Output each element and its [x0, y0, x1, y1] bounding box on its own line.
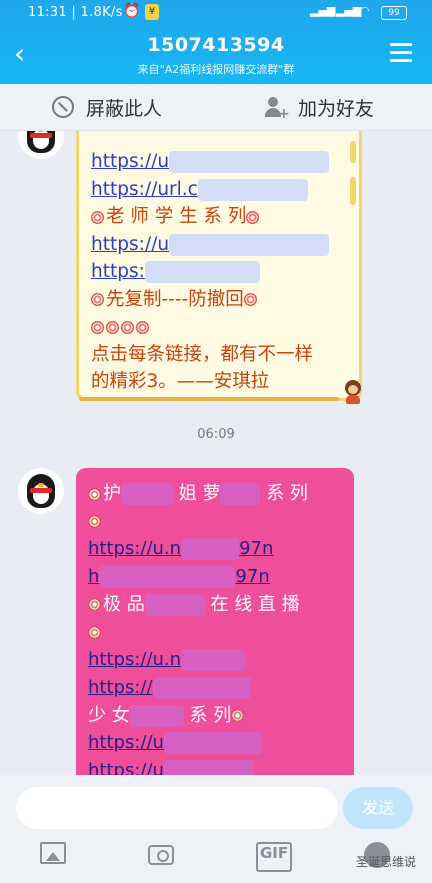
- link[interactable]: https://u: [88, 732, 164, 753]
- message-bubble[interactable]: 护 姐 萝 系 列 https://u.n 97n h 97n 极 品 在 线 直 …: [76, 468, 354, 775]
- message-line: 系 列: [189, 704, 232, 726]
- message-line: 极 品: [103, 593, 145, 615]
- signal-icon: ▂▄▆: [310, 4, 336, 17]
- sender-avatar[interactable]: [18, 468, 64, 514]
- message-timestamp: 06:09: [197, 427, 235, 442]
- link[interactable]: https://u: [88, 760, 164, 775]
- signal-2-icon: ▂▄▆: [336, 4, 362, 17]
- bubble-border-strip: [79, 397, 339, 401]
- input-bar: 发送 GIF 圣诞思维说: [0, 775, 432, 883]
- message-line: 系 列: [266, 483, 308, 504]
- watermark-text: 圣诞思维说: [355, 855, 416, 869]
- message-line: 在 线 直 播: [210, 593, 300, 615]
- message-bubble[interactable]: https://u https://url.c 老 师 学 生 系 列 http…: [76, 131, 365, 404]
- add-friend-button[interactable]: + 加为好友: [264, 84, 374, 130]
- link[interactable]: https://u: [91, 151, 169, 172]
- app-notification-icon: ¥: [145, 4, 159, 20]
- message-line: 护: [103, 483, 121, 504]
- link[interactable]: https://: [88, 677, 153, 698]
- battery-indicator: 99: [381, 6, 407, 20]
- action-bar: 屏蔽此人 + 加为好友: [0, 84, 432, 131]
- block-user-button[interactable]: 屏蔽此人: [52, 84, 162, 130]
- block-icon: [52, 96, 74, 118]
- link[interactable]: https://u: [91, 234, 169, 255]
- link[interactable]: 97n: [239, 538, 273, 559]
- title-bar: 11:31 | 1.8K/s ⏰ ¥ ▂▄▆ ▂▄▆ ◠ 99 ‹ 150741…: [0, 0, 432, 84]
- sender-avatar[interactable]: [18, 131, 64, 159]
- gif-icon[interactable]: GIF: [256, 842, 293, 872]
- link[interactable]: https://u.n: [88, 538, 181, 559]
- link[interactable]: h: [88, 566, 99, 587]
- add-friend-label: 加为好友: [298, 97, 375, 120]
- message-line: 姐 萝: [178, 483, 221, 504]
- link[interactable]: https://url.c: [91, 179, 198, 200]
- chat-subtitle: 来自"A2福利线报网赚交流群"群: [137, 63, 295, 76]
- menu-icon[interactable]: [390, 43, 412, 67]
- camera-icon[interactable]: [148, 845, 174, 865]
- message-line: 先复制----防撤回: [106, 288, 244, 310]
- alarm-icon: ⏰: [123, 3, 141, 19]
- message-line: 的精彩3。——安琪拉: [91, 371, 270, 392]
- link[interactable]: https://u.n: [88, 649, 181, 670]
- bubble-decoration: [350, 177, 356, 205]
- chat-title: 1507413594: [147, 34, 285, 56]
- link[interactable]: 97n: [235, 566, 269, 587]
- image-icon[interactable]: [40, 842, 66, 864]
- message-input[interactable]: [16, 787, 338, 829]
- bubble-sticker-icon: [341, 380, 365, 404]
- add-friend-icon: +: [264, 96, 290, 122]
- message-text: https://u https://url.c 老 师 学 生 系 列 http…: [91, 148, 361, 396]
- wifi-icon: ◠: [360, 4, 370, 17]
- bubble-decoration: [350, 141, 356, 163]
- message-line: 老 师 学 生 系 列: [106, 206, 247, 227]
- message-line: 点击每条链接，都有不一样: [91, 343, 314, 365]
- message-text: 护 姐 萝 系 列 https://u.n 97n h 97n 极 品 在 线 直 …: [88, 480, 348, 775]
- message-line: 少 女: [88, 704, 130, 726]
- block-user-label: 屏蔽此人: [86, 97, 163, 120]
- chat-area[interactable]: https://u https://url.c 老 师 学 生 系 列 http…: [0, 131, 432, 775]
- status-time: 11:31 | 1.8K/s: [28, 5, 123, 20]
- link[interactable]: https:: [91, 261, 145, 282]
- send-button[interactable]: 发送: [343, 787, 413, 829]
- status-bar: 11:31 | 1.8K/s ⏰ ¥ ▂▄▆ ▂▄▆ ◠ 99: [0, 0, 432, 26]
